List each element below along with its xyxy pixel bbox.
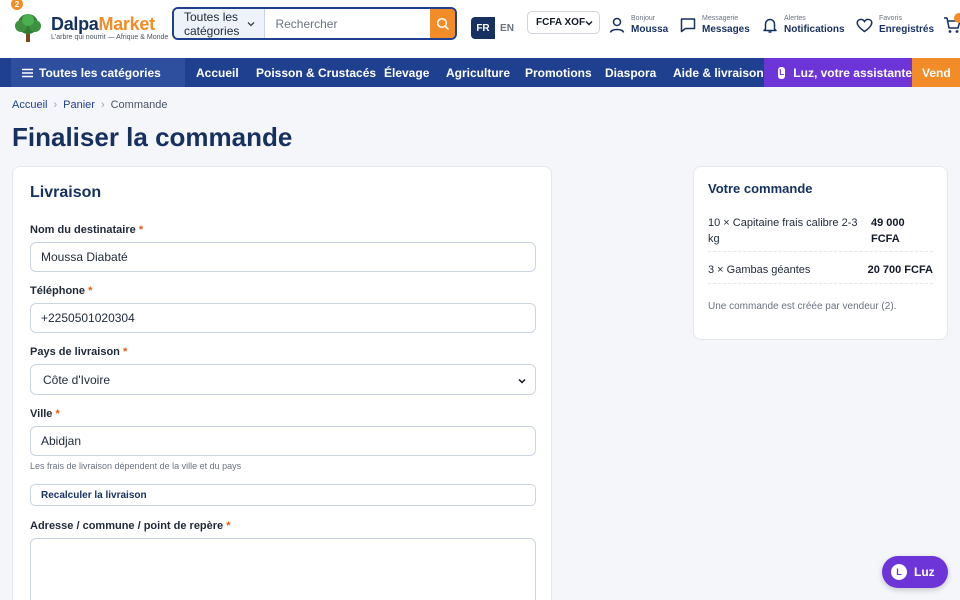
city-label-text: Ville: [30, 408, 53, 420]
phone-label: Téléphone *: [30, 285, 92, 297]
order-vendor-note: Une commande est créée par vendeur (2).: [708, 301, 897, 312]
breadcrumb-cart[interactable]: Panier: [63, 99, 95, 111]
user-icon: [609, 17, 625, 33]
breadcrumb-current: Commande: [110, 99, 168, 111]
nav-all-categories-label: Toutes les catégories: [39, 65, 161, 80]
tree-logo-icon[interactable]: [12, 12, 44, 44]
logo-text[interactable]: DalpaMarket: [51, 14, 155, 35]
breadcrumb-separator: ›: [53, 99, 58, 111]
recipient-value: Moussa Diabaté: [41, 250, 128, 264]
header: 2 DalpaMarket L'arbre qui nourrit — Afri…: [0, 0, 960, 58]
luz-chat-button[interactable]: L Luz: [882, 556, 948, 588]
order-summary: Votre commande 10 × Capitaine frais cali…: [693, 166, 948, 340]
bell-icon: [763, 18, 777, 33]
logo-part-2: Market: [98, 14, 156, 34]
required-mark: *: [88, 285, 93, 297]
breadcrumb: Accueil › Panier › Commande: [12, 99, 167, 111]
country-label-text: Pays de livraison: [30, 346, 120, 358]
page-title: Finaliser la commande: [12, 122, 293, 152]
nav-all-categories[interactable]: Toutes les catégories: [11, 58, 185, 87]
lang-en-button[interactable]: EN: [495, 17, 519, 39]
recipient-label: Nom du destinataire *: [30, 224, 143, 236]
chevron-down-icon: [518, 378, 526, 384]
nav-item-agriculture[interactable]: Agriculture: [446, 58, 510, 87]
phone-label-text: Téléphone: [30, 285, 86, 297]
nav-item-aide[interactable]: Aide & livraison: [673, 58, 764, 87]
favorites-link[interactable]: Favoris Enregistrés: [855, 14, 934, 36]
currency-select[interactable]: FCFA XOF: [527, 11, 600, 34]
account-link[interactable]: Bonjour Moussa: [608, 14, 668, 36]
recipient-label-text: Nom du destinataire: [30, 224, 136, 236]
search-category-select[interactable]: Toutes les catégories: [174, 9, 266, 38]
nav-item-poisson[interactable]: Poisson & Crustacés: [256, 58, 376, 87]
messages-link[interactable]: Messagerie Messages: [679, 14, 750, 36]
currency-label: FCFA XOF: [536, 17, 586, 28]
lang-fr-button[interactable]: FR: [471, 17, 495, 39]
search-bar: Toutes les catégories: [172, 7, 457, 40]
notifications-link[interactable]: Alertes Notifications: [761, 14, 845, 36]
order-item-description: 3 × Gambas géantes: [708, 264, 811, 276]
search-icon: [436, 17, 449, 30]
required-mark: *: [226, 520, 231, 532]
phone-value: +2250501020304: [41, 311, 135, 325]
delivery-title: Livraison: [30, 184, 102, 201]
account-name: Moussa: [631, 24, 669, 35]
order-summary-title: Votre commande: [708, 181, 813, 196]
country-select[interactable]: Côte d'Ivoire: [30, 364, 536, 395]
order-item-price: 49 000 FCFA: [871, 217, 905, 245]
nav-item-elevage[interactable]: Élevage: [384, 58, 429, 87]
nav-item-accueil[interactable]: Accueil: [196, 58, 239, 87]
luz-icon: L: [778, 66, 786, 79]
logo-part-1: Dalpa: [51, 14, 99, 34]
chevron-down-icon: [247, 22, 255, 27]
breadcrumb-home[interactable]: Accueil: [12, 99, 47, 111]
luz-chat-label: Luz: [914, 565, 935, 579]
logo-tagline: L'arbre qui nourrit — Afrique & Monde: [51, 34, 169, 41]
messages-small-label: Messagerie: [702, 15, 739, 22]
main-nav: Toutes les catégories Accueil Poisson & …: [0, 58, 960, 87]
nav-luz-assistant[interactable]: L Luz, votre assistante: [764, 58, 912, 87]
luz-icon: L: [891, 564, 907, 580]
cart-badge: [954, 13, 960, 23]
messages-label: Messages: [702, 24, 750, 35]
required-mark: *: [122, 346, 128, 358]
address-label: Adresse / commune / point de repère *: [30, 520, 231, 532]
nav-luz-label: Luz, votre assistante: [793, 65, 912, 80]
nav-item-diaspora[interactable]: Diaspora: [605, 58, 656, 87]
search-input[interactable]: [265, 9, 431, 38]
country-value: Côte d'Ivoire: [43, 372, 110, 387]
country-label: Pays de livraison *: [30, 346, 127, 358]
phone-input[interactable]: +2250501020304: [30, 303, 536, 333]
order-item-description: 10 × Capitaine frais calibre 2-3 kg: [708, 217, 858, 245]
message-icon: [680, 18, 696, 33]
order-item-price: 20 700 FCFA: [867, 264, 933, 276]
favorites-small-label: Favoris: [879, 15, 902, 22]
notifications-label: Notifications: [784, 24, 845, 35]
chevron-down-icon: [585, 21, 593, 26]
order-line-item: 3 × Gambas géantes 20 700 FCFA: [708, 262, 933, 284]
required-mark: *: [138, 224, 144, 236]
language-switch: FR EN: [471, 17, 519, 39]
required-mark: *: [55, 408, 60, 420]
delivery-fee-hint: Les frais de livraison dépendent de la v…: [30, 461, 242, 471]
delivery-card: Livraison Nom du destinataire * Moussa D…: [12, 166, 552, 600]
menu-icon: [22, 68, 33, 77]
city-value: Abidjan: [41, 434, 82, 448]
favorites-label: Enregistrés: [879, 24, 935, 35]
nav-vendre[interactable]: Vend: [912, 58, 960, 87]
city-input[interactable]: Abidjan: [30, 426, 536, 456]
search-button[interactable]: [430, 9, 455, 38]
order-line-item: 10 × Capitaine frais calibre 2-3 kg 49 0…: [708, 215, 933, 252]
breadcrumb-separator: ›: [100, 99, 105, 111]
alerts-small-label: Alertes: [784, 15, 806, 22]
account-greeting: Bonjour: [631, 15, 656, 22]
city-label: Ville *: [30, 408, 60, 420]
logo-badge: 2: [11, 0, 23, 10]
address-textarea[interactable]: [30, 538, 536, 600]
nav-item-promotions[interactable]: Promotions: [525, 58, 592, 87]
heart-icon: [856, 18, 873, 33]
address-label-text: Adresse / commune / point de repère: [30, 520, 224, 532]
recipient-input[interactable]: Moussa Diabaté: [30, 242, 536, 272]
recalculate-delivery-button[interactable]: Recalculer la livraison: [30, 484, 536, 506]
